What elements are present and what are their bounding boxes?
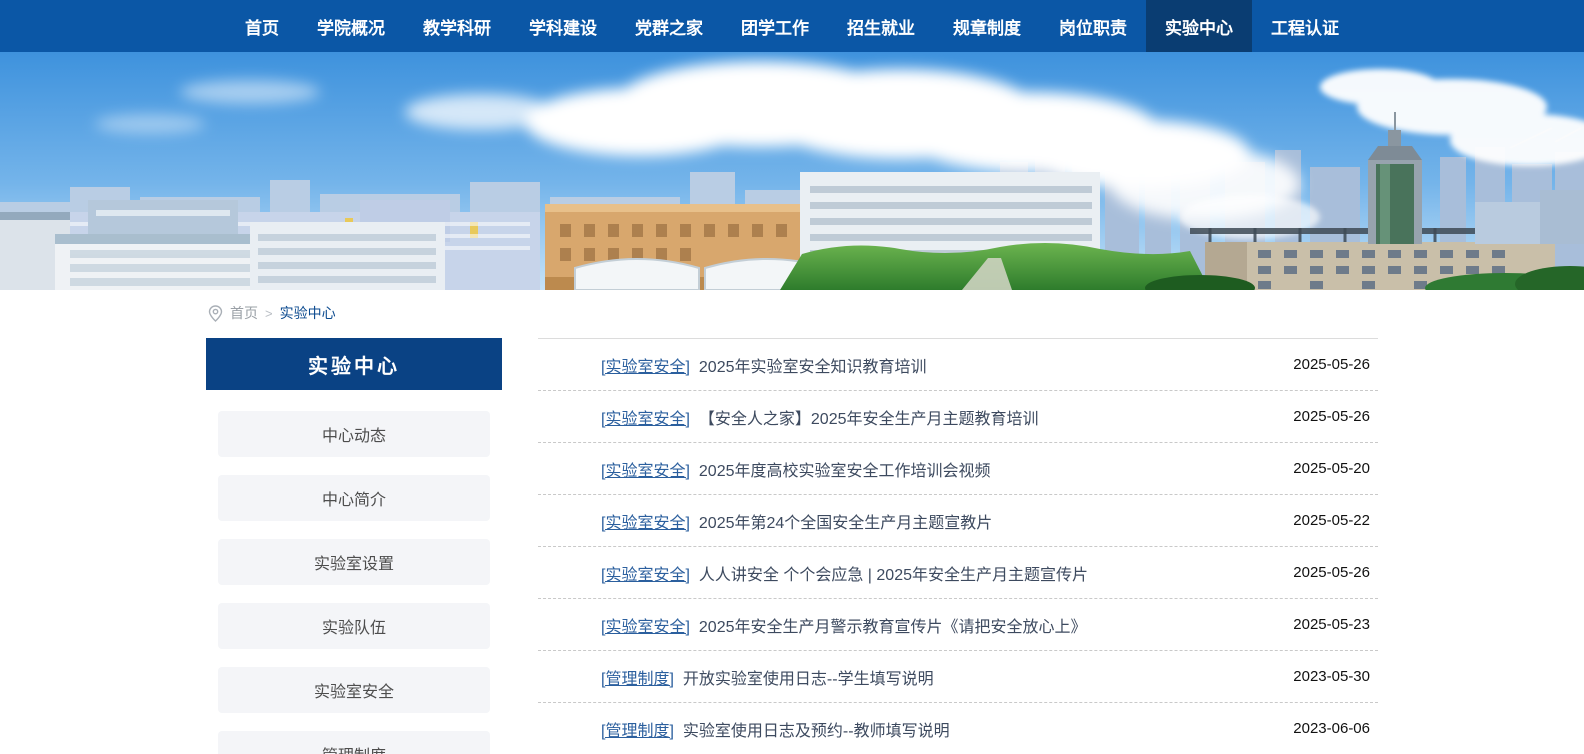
article-title-link[interactable]: 开放实验室使用日志--学生填写说明 <box>683 665 934 689</box>
nav-item[interactable]: 学院概况 <box>298 0 404 52</box>
article-title-link[interactable]: 2025年度高校实验室安全工作培训会视频 <box>699 457 991 481</box>
article-date: 2025-05-22 <box>1273 512 1370 529</box>
article-title-link[interactable]: 人人讲安全 个个会应急 | 2025年安全生产月主题宣传片 <box>699 561 1088 585</box>
article-date: 2025-05-23 <box>1273 616 1370 633</box>
sidebar-title[interactable]: 实验中心 <box>206 338 502 390</box>
article-date: 2025-05-26 <box>1273 564 1370 581</box>
article-date: 2025-05-26 <box>1273 356 1370 373</box>
nav-item[interactable]: 党群之家 <box>616 0 722 52</box>
breadcrumb-separator: > <box>265 306 273 321</box>
article-row: [实验室安全] 【安全人之家】2025年安全生产月主题教育培训 2025-05-… <box>538 391 1378 443</box>
breadcrumb-current[interactable]: 实验中心 <box>280 303 336 323</box>
sidebar-item[interactable]: 实验室安全 <box>218 667 490 713</box>
article-category-link[interactable]: [实验室安全] <box>601 353 690 377</box>
sidebar-item[interactable]: 管理制度 <box>218 731 490 754</box>
article-category-link[interactable]: [实验室安全] <box>601 457 690 481</box>
article-title-link[interactable]: 2025年第24个全国安全生产月主题宣教片 <box>699 509 992 533</box>
sidebar-item[interactable]: 实验队伍 <box>218 603 490 649</box>
top-navbar: 首页 学院概况 教学科研 学科建设 党群之家 团学工作 招生就业 规章制度 岗位… <box>0 0 1584 52</box>
article-title-link[interactable]: 实验室使用日志及预约--教师填写说明 <box>683 717 950 741</box>
sidebar: 实验中心 中心动态 中心简介 实验室设置 实验队伍 实验室安全 管理制度 <box>206 338 502 754</box>
article-title-link[interactable]: 2025年安全生产月警示教育宣传片《请把安全放心上》 <box>699 613 1087 637</box>
article-category-link[interactable]: [管理制度] <box>601 665 674 689</box>
article-date: 2025-05-26 <box>1273 408 1370 425</box>
nav-item[interactable]: 学科建设 <box>510 0 616 52</box>
nav-item[interactable]: 首页 <box>226 0 298 52</box>
sidebar-item[interactable]: 实验室设置 <box>218 539 490 585</box>
campus-banner-image <box>0 52 1584 290</box>
article-list: [实验室安全] 2025年实验室安全知识教育培训 2025-05-26 [实验室… <box>538 338 1378 754</box>
nav-item[interactable]: 工程认证 <box>1252 0 1358 52</box>
article-row: [实验室安全] 人人讲安全 个个会应急 | 2025年安全生产月主题宣传片 20… <box>538 547 1378 599</box>
nav-item[interactable]: 教学科研 <box>404 0 510 52</box>
top-navbar-items: 首页 学院概况 教学科研 学科建设 党群之家 团学工作 招生就业 规章制度 岗位… <box>226 0 1358 52</box>
breadcrumb-home-link[interactable]: 首页 <box>230 303 258 323</box>
article-title-link[interactable]: 2025年实验室安全知识教育培训 <box>699 353 927 377</box>
sidebar-item[interactable]: 中心动态 <box>218 411 490 457</box>
article-category-link[interactable]: [实验室安全] <box>601 561 690 585</box>
campus-banner-illustration <box>0 52 1584 290</box>
article-row: [实验室安全] 2025年度高校实验室安全工作培训会视频 2025-05-20 <box>538 443 1378 495</box>
article-date: 2023-06-06 <box>1273 720 1370 737</box>
article-category-link[interactable]: [管理制度] <box>601 717 674 741</box>
article-category-link[interactable]: [实验室安全] <box>601 613 690 637</box>
article-row: [实验室安全] 2025年第24个全国安全生产月主题宣教片 2025-05-22 <box>538 495 1378 547</box>
article-category-link[interactable]: [实验室安全] <box>601 509 690 533</box>
article-date: 2023-05-30 <box>1273 668 1370 685</box>
article-row: [实验室安全] 2025年实验室安全知识教育培训 2025-05-26 <box>538 339 1378 391</box>
article-row: [管理制度] 实验室使用日志及预约--教师填写说明 2023-06-06 <box>538 703 1378 754</box>
article-date: 2025-05-20 <box>1273 460 1370 477</box>
nav-item[interactable]: 招生就业 <box>828 0 934 52</box>
article-row: [管理制度] 开放实验室使用日志--学生填写说明 2023-05-30 <box>538 651 1378 703</box>
sidebar-item[interactable]: 中心简介 <box>218 475 490 521</box>
breadcrumb: 首页 > 实验中心 <box>206 290 1378 334</box>
article-row: [实验室安全] 2025年安全生产月警示教育宣传片《请把安全放心上》 2025-… <box>538 599 1378 651</box>
sidebar-menu: 中心动态 中心简介 实验室设置 实验队伍 实验室安全 管理制度 <box>206 411 502 754</box>
nav-item[interactable]: 实验中心 <box>1146 0 1252 52</box>
location-pin-icon <box>208 305 223 322</box>
nav-item[interactable]: 规章制度 <box>934 0 1040 52</box>
article-title-link[interactable]: 【安全人之家】2025年安全生产月主题教育培训 <box>699 405 1039 429</box>
nav-item[interactable]: 团学工作 <box>722 0 828 52</box>
nav-item[interactable]: 岗位职责 <box>1040 0 1146 52</box>
article-category-link[interactable]: [实验室安全] <box>601 405 690 429</box>
